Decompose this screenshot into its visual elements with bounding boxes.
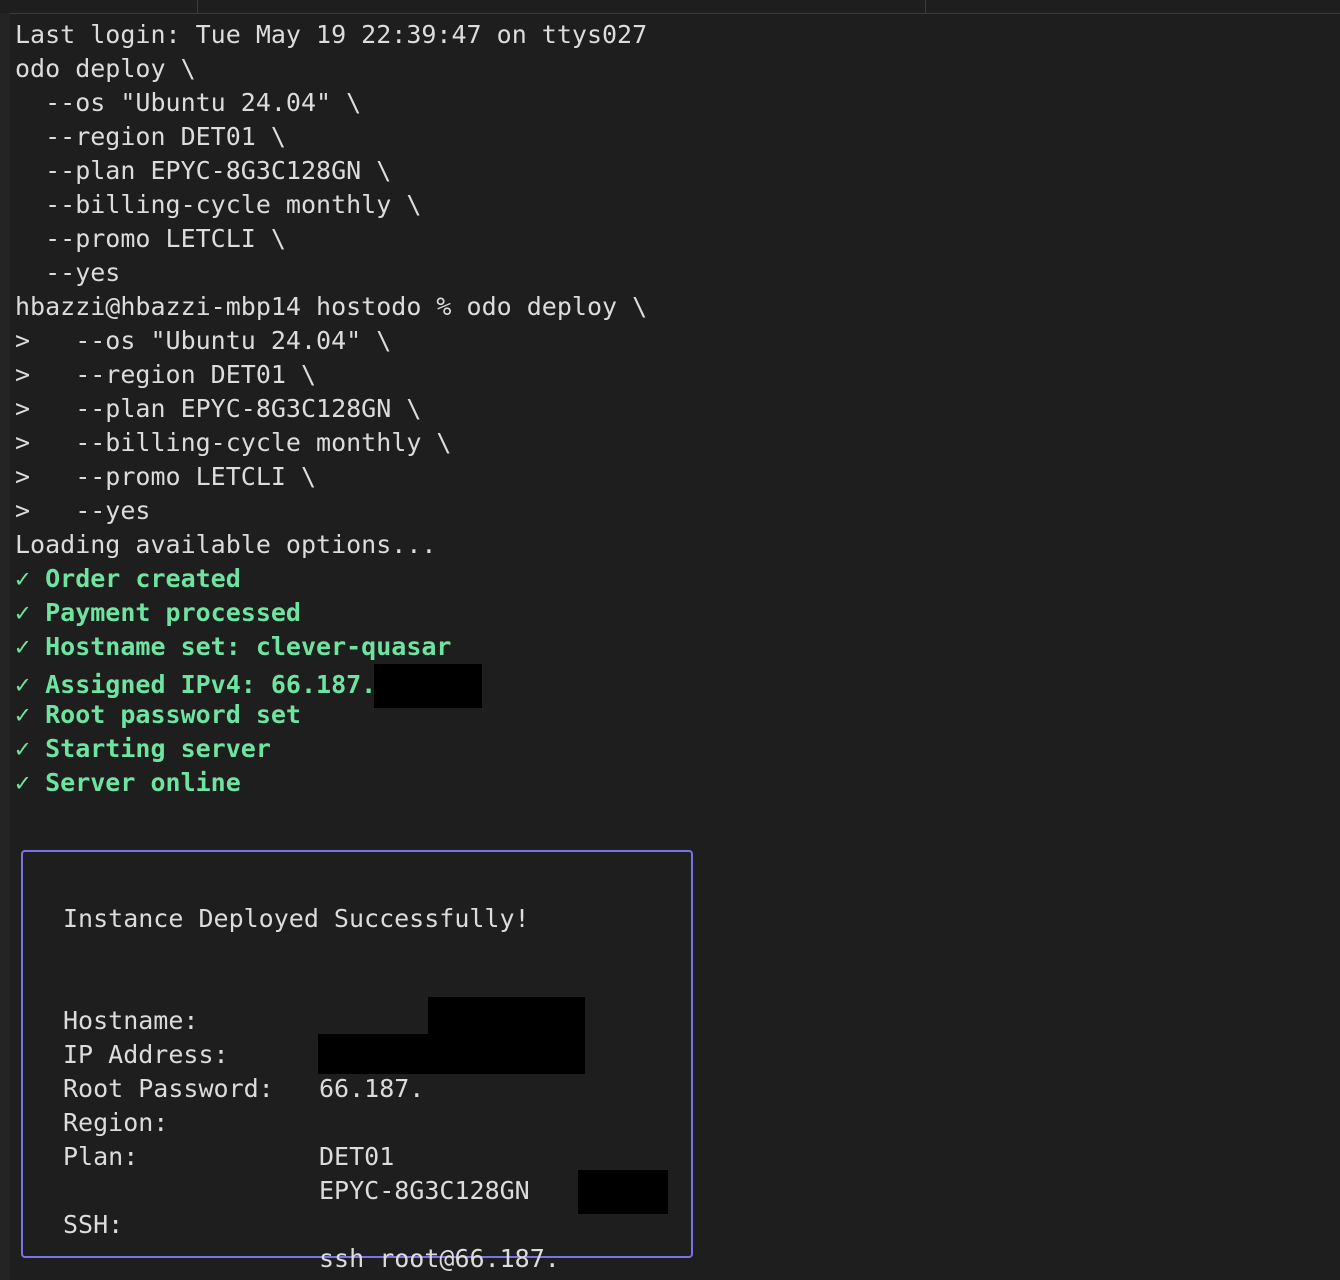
status-root-password-set: ✓ Root password set [15, 700, 301, 729]
command-line: odo deploy \ [15, 54, 196, 83]
continuation-line: > --billing-cycle monthly \ [15, 428, 452, 457]
status-ipv4-text: ✓ Assigned IPv4: 66.187. [15, 670, 377, 699]
prompt-command: odo deploy \ [466, 292, 648, 321]
status-server-online: ✓ Server online [15, 768, 241, 797]
redaction-block [318, 1034, 585, 1074]
prompt-line: hbazzi@hbazzi-mbp14 hostodo % odo deploy… [15, 290, 1315, 324]
tab-bar[interactable] [0, 0, 1340, 14]
continuation-line: > --region DET01 \ [15, 360, 317, 389]
continuation-line: > --promo LETCLI \ [15, 462, 317, 491]
redaction-block [428, 997, 585, 1035]
status-payment-processed: ✓ Payment processed [15, 598, 301, 627]
shell-prompt: hbazzi@hbazzi-mbp14 hostodo % [15, 292, 467, 321]
command-line: --os "Ubuntu 24.04" \ [15, 88, 362, 117]
terminal-output[interactable]: Last login: Tue May 19 22:39:47 on ttys0… [15, 18, 1315, 800]
status-assigned-ipv4: ✓ Assigned IPv4: 66.187. [15, 664, 1315, 708]
ssh-label: SSH: [63, 1210, 124, 1239]
summary-row-region: Region: DET01 [63, 1072, 683, 1171]
continuation-line: > --plan EPYC-8G3C128GN \ [15, 394, 422, 423]
status-order-created: ✓ Order created [15, 564, 241, 593]
ssh-value: ssh root@66.187. [319, 1244, 560, 1273]
redaction-block [578, 1170, 668, 1214]
continuation-line: > --os "Ubuntu 24.04" \ [15, 326, 392, 355]
summary-row-ip-address: IP Address: 66.187. [63, 1004, 683, 1103]
command-line: --yes [15, 258, 121, 287]
summary-spacer [63, 1140, 683, 1174]
summary-title: Instance Deployed Successfully! [63, 904, 530, 933]
tab-separator [197, 0, 198, 13]
continuation-line: > --yes [15, 496, 151, 525]
command-line: --billing-cycle monthly \ [15, 190, 422, 219]
deployment-summary-box: Instance Deployed Successfully! Hostname… [21, 850, 693, 1273]
command-line: --region DET01 \ [15, 122, 286, 151]
status-starting-server: ✓ Starting server [15, 734, 271, 763]
status-hostname-set: ✓ Hostname set: clever-quasar [15, 632, 452, 661]
summary-spacer [63, 936, 683, 970]
summary-row-plan: Plan: EPYC-8G3C128GN [63, 1106, 683, 1205]
left-gutter [0, 13, 10, 1280]
command-line: --promo LETCLI \ [15, 224, 286, 253]
redaction-block [374, 664, 483, 708]
loading-line: Loading available options... [15, 530, 437, 559]
last-login-line: Last login: Tue May 19 22:39:47 on ttys0… [15, 20, 648, 49]
summary-row-hostname: Hostname: clever-quasar [63, 970, 683, 1069]
tab-separator [925, 0, 926, 13]
command-line: --plan EPYC-8G3C128GN \ [15, 156, 392, 185]
